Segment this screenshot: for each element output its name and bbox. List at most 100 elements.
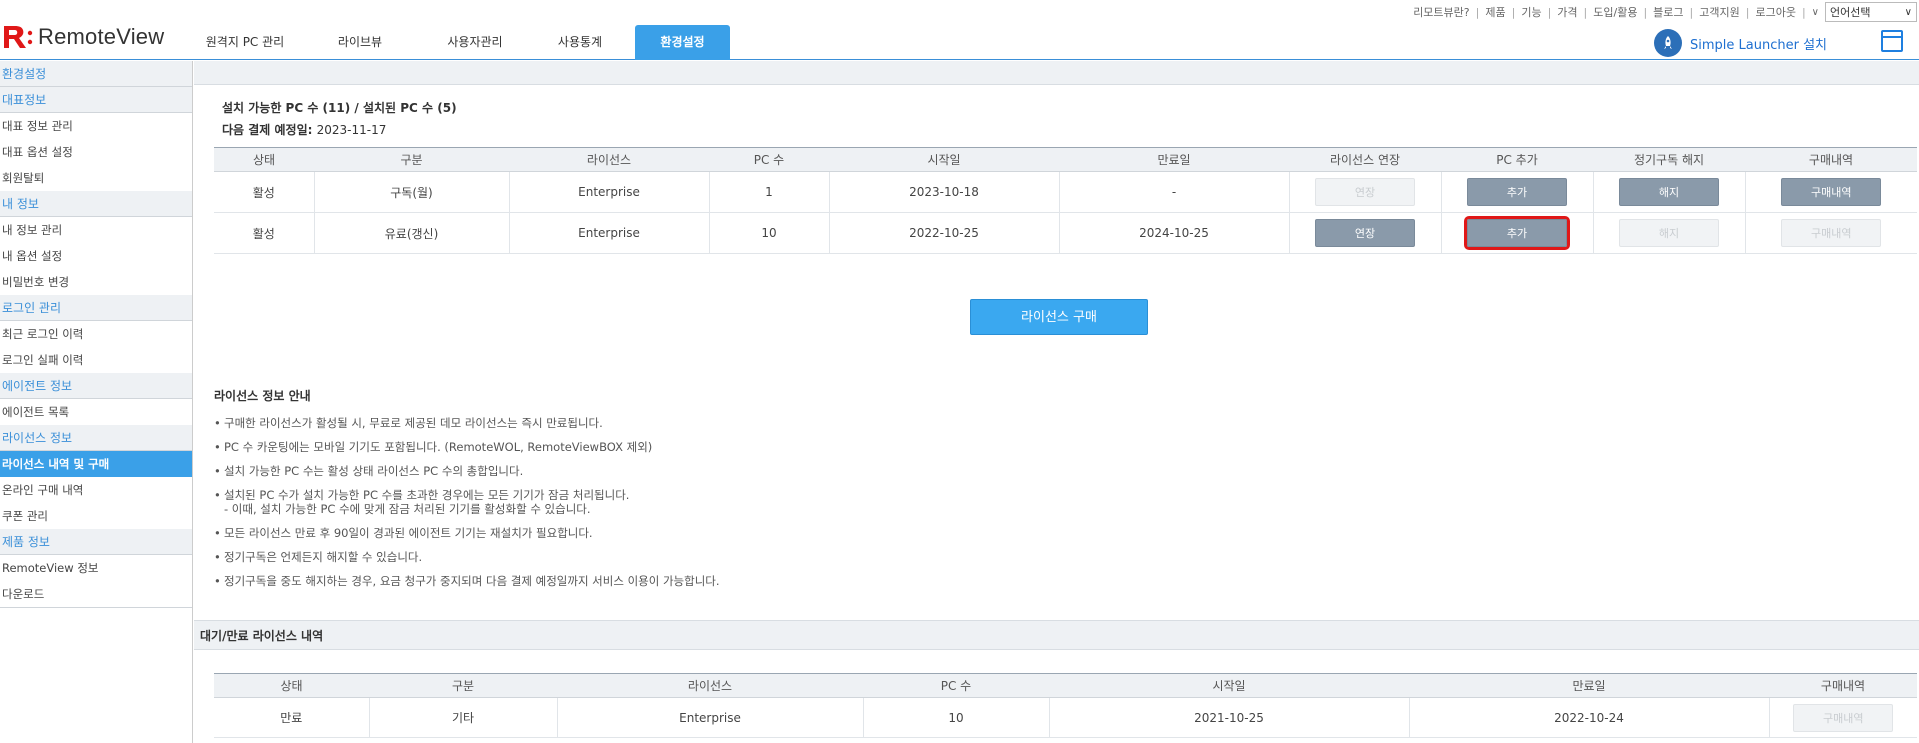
sidebar: 환경설정 대표정보 대표 정보 관리 대표 옵션 설정 회원탈퇴 내 정보 내 … bbox=[0, 61, 193, 743]
sidebar-group-login[interactable]: 로그인 관리 bbox=[0, 295, 192, 321]
cell-cancel: 해지 bbox=[1592, 212, 1745, 254]
link-adoption[interactable]: 도입/활용 bbox=[1593, 4, 1637, 20]
link-features[interactable]: 기능 bbox=[1521, 4, 1541, 20]
sidebar-group-agent[interactable]: 에이전트 정보 bbox=[0, 373, 192, 399]
cell-history: 구매내역 bbox=[1744, 171, 1917, 213]
separator: | bbox=[1801, 5, 1806, 19]
col-end: 만료일 bbox=[1409, 673, 1769, 698]
sidebar-item-password[interactable]: 비밀번호 변경 bbox=[0, 269, 192, 295]
sidebar-item-license-purchase[interactable]: 라이선스 내역 및 구매 bbox=[0, 451, 192, 477]
cell-type: 구독(월) bbox=[313, 171, 509, 213]
col-start: 시작일 bbox=[829, 147, 1059, 172]
chevron-down-icon: ∨ bbox=[1904, 6, 1912, 18]
cell-pc-count: 1 bbox=[708, 171, 829, 213]
tab-user-management[interactable]: 사용자관리 bbox=[425, 25, 525, 60]
sidebar-item-online-purchases[interactable]: 온라인 구매 내역 bbox=[0, 477, 192, 503]
add-pc-button[interactable]: 추가 bbox=[1467, 178, 1567, 206]
tab-settings[interactable]: 환경설정 bbox=[635, 25, 730, 60]
header: RemoteView 원격지 PC 관리 라이브뷰 사용자관리 사용통계 환경설… bbox=[0, 0, 1919, 60]
simple-launcher-install[interactable]: Simple Launcher 설치 bbox=[1654, 29, 1827, 57]
logo[interactable]: RemoteView bbox=[2, 24, 164, 50]
sidebar-item-download[interactable]: 다운로드 bbox=[0, 581, 192, 607]
sidebar-item-my-options[interactable]: 내 옵션 설정 bbox=[0, 243, 192, 269]
next-payment: 다음 결제 예정일: 2023-11-17 bbox=[222, 119, 457, 141]
link-support[interactable]: 고객지원 bbox=[1699, 4, 1739, 20]
notice-subtext: - 이때, 설치 가능한 PC 수에 맞게 잠금 처리된 기기를 활성화할 수 … bbox=[224, 502, 591, 516]
tab-remote-pc[interactable]: 원격지 PC 관리 bbox=[190, 25, 300, 60]
sidebar-group-product[interactable]: 제품 정보 bbox=[0, 529, 192, 555]
table-header-row: 상태 구분 라이선스 PC 수 시작일 만료일 라이선스 연장 PC 추가 정기… bbox=[214, 147, 1917, 172]
cancel-subscription-button[interactable]: 해지 bbox=[1619, 178, 1719, 206]
separator: | bbox=[1745, 5, 1750, 19]
cell-license: Enterprise bbox=[508, 212, 709, 254]
sidebar-item-my-info[interactable]: 내 정보 관리 bbox=[0, 217, 192, 243]
chevron-down-icon[interactable]: ∨ bbox=[1812, 7, 1819, 18]
cell-type: 기타 bbox=[368, 697, 557, 738]
table-row: 만료 기타 Enterprise 10 2021-10-25 2022-10-2… bbox=[214, 697, 1917, 738]
link-about[interactable]: 리모트뷰란? bbox=[1413, 4, 1469, 20]
cell-status: 활성 bbox=[214, 171, 314, 213]
col-extend: 라이선스 연장 bbox=[1289, 147, 1441, 172]
sidebar-divider bbox=[0, 607, 192, 608]
cell-type: 유료(갱신) bbox=[313, 212, 509, 254]
buy-license-button[interactable]: 라이선스 구매 bbox=[970, 299, 1148, 335]
sidebar-item-agent-list[interactable]: 에이전트 목록 bbox=[0, 399, 192, 425]
cell-end: - bbox=[1058, 171, 1289, 213]
cancel-subscription-button: 해지 bbox=[1619, 219, 1719, 247]
sidebar-group-my-info[interactable]: 내 정보 bbox=[0, 191, 192, 217]
link-blog[interactable]: 블로그 bbox=[1653, 4, 1683, 20]
sidebar-item-rep-info[interactable]: 대표 정보 관리 bbox=[0, 113, 192, 139]
tab-liveview[interactable]: 라이브뷰 bbox=[305, 25, 415, 60]
sidebar-item-withdraw[interactable]: 회원탈퇴 bbox=[0, 165, 192, 191]
notice-text: 구매한 라이선스가 활성될 시, 무료로 제공된 데모 라이선스는 즉시 만료됩… bbox=[224, 416, 603, 430]
cell-license: Enterprise bbox=[508, 171, 709, 213]
notice-text: 설치 가능한 PC 수는 활성 상태 라이선스 PC 수의 총합입니다. bbox=[224, 464, 524, 478]
separator: | bbox=[1689, 5, 1694, 19]
sidebar-group-license[interactable]: 라이선스 정보 bbox=[0, 425, 192, 451]
col-status: 상태 bbox=[214, 147, 314, 172]
separator: | bbox=[1583, 5, 1588, 19]
notice-item: 설치된 PC 수가 설치 가능한 PC 수를 초과한 경우에는 모든 기기가 잠… bbox=[214, 488, 1214, 516]
main-content: 설치 가능한 PC 수 (11) / 설치된 PC 수 (5) 다음 결제 예정… bbox=[194, 61, 1919, 743]
col-pc-count: PC 수 bbox=[709, 147, 829, 172]
top-strip bbox=[194, 61, 1919, 85]
sidebar-item-login-failures[interactable]: 로그인 실패 이력 bbox=[0, 347, 192, 373]
link-logout[interactable]: 로그아웃 bbox=[1755, 4, 1795, 20]
cell-add-pc: 추가 bbox=[1440, 171, 1593, 213]
link-pricing[interactable]: 가격 bbox=[1557, 4, 1577, 20]
notice-item: 모든 라이선스 만료 후 90일이 경과된 에이전트 기기는 재설치가 필요합니… bbox=[214, 526, 1214, 540]
sidebar-item-login-history[interactable]: 최근 로그인 이력 bbox=[0, 321, 192, 347]
window-icon[interactable] bbox=[1881, 30, 1903, 52]
tab-statistics[interactable]: 사용통계 bbox=[530, 25, 630, 60]
extend-button[interactable]: 연장 bbox=[1315, 219, 1415, 247]
expired-section-title: 대기/만료 라이선스 내역 bbox=[194, 620, 1919, 650]
table-row: 활성 유료(갱신) Enterprise 10 2022-10-25 2024-… bbox=[214, 212, 1917, 254]
link-product[interactable]: 제품 bbox=[1485, 4, 1505, 20]
notice-item: 정기구독을 중도 해지하는 경우, 요금 청구가 중지되며 다음 결제 예정일까… bbox=[214, 574, 1214, 588]
col-type: 구분 bbox=[369, 673, 557, 698]
notice-text: PC 수 카운팅에는 모바일 기기도 포함됩니다. (RemoteWOL, Re… bbox=[224, 440, 653, 454]
sidebar-item-remoteview-info[interactable]: RemoteView 정보 bbox=[0, 555, 192, 581]
language-select-value: 언어선택 bbox=[1830, 6, 1871, 19]
sidebar-group-representative[interactable]: 대표정보 bbox=[0, 87, 192, 113]
col-type: 구분 bbox=[314, 147, 509, 172]
cell-history: 구매내역 bbox=[1744, 212, 1917, 254]
cell-add-pc: 추가 bbox=[1440, 212, 1593, 254]
language-select[interactable]: 언어선택 ∨ bbox=[1825, 2, 1917, 22]
extend-button: 연장 bbox=[1315, 178, 1415, 206]
cell-extend: 연장 bbox=[1288, 171, 1441, 213]
cell-status: 활성 bbox=[214, 212, 314, 254]
sidebar-item-rep-options[interactable]: 대표 옵션 설정 bbox=[0, 139, 192, 165]
purchase-history-button[interactable]: 구매내역 bbox=[1781, 178, 1882, 206]
next-payment-label: 다음 결제 예정일: bbox=[222, 123, 313, 137]
separator: | bbox=[1475, 5, 1480, 19]
add-pc-button-highlighted[interactable]: 추가 bbox=[1464, 216, 1570, 250]
col-history: 구매내역 bbox=[1769, 673, 1917, 698]
cell-start: 2023-10-18 bbox=[828, 171, 1059, 213]
col-start: 시작일 bbox=[1049, 673, 1409, 698]
separator: | bbox=[1547, 5, 1552, 19]
col-pc-count: PC 수 bbox=[863, 673, 1049, 698]
notice-item: 구매한 라이선스가 활성될 시, 무료로 제공된 데모 라이선스는 즉시 만료됩… bbox=[214, 416, 1214, 430]
sidebar-title[interactable]: 환경설정 bbox=[0, 61, 192, 87]
sidebar-item-coupons[interactable]: 쿠폰 관리 bbox=[0, 503, 192, 529]
